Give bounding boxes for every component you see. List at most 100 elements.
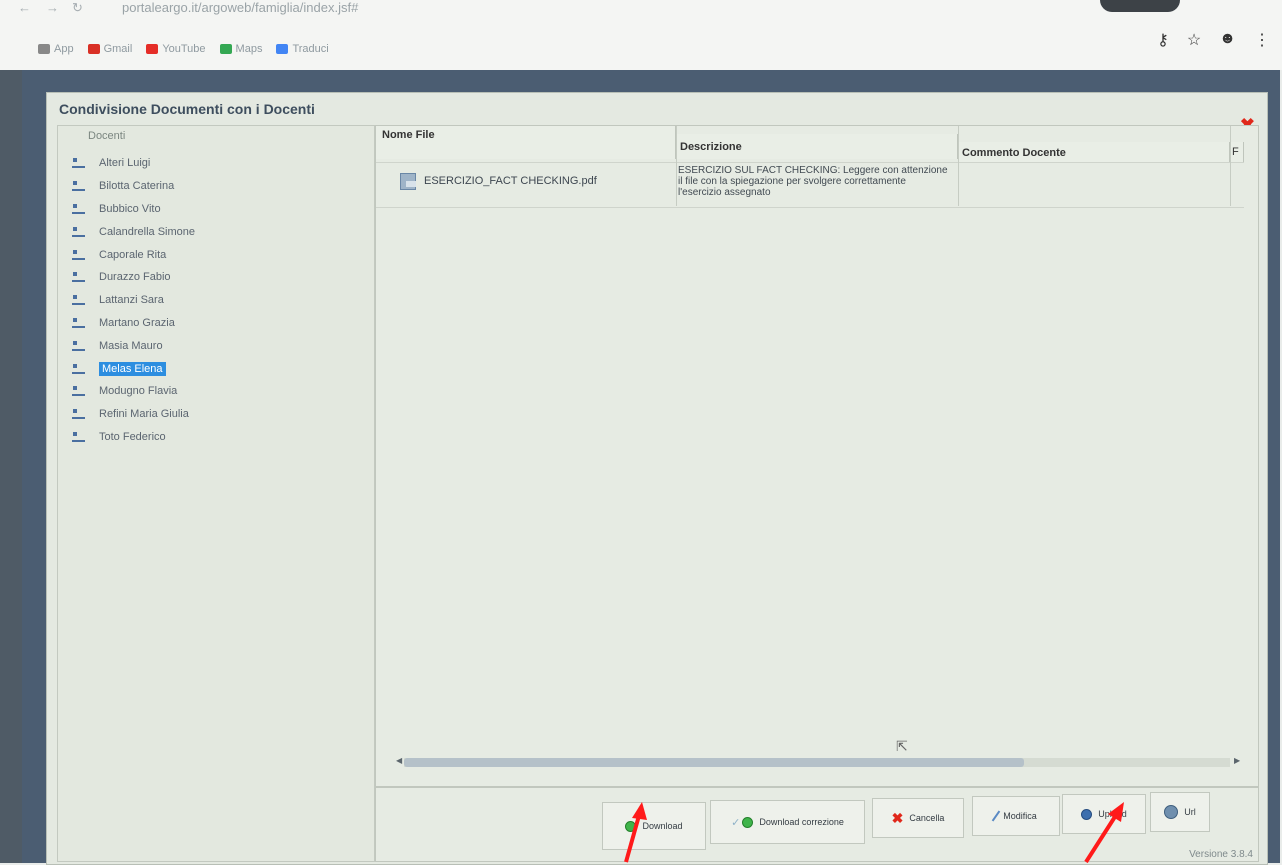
horizontal-scrollbar-thumb[interactable] (404, 758, 1024, 767)
bookmark-traduci[interactable]: Traduci (276, 43, 329, 55)
mouse-cursor-icon: ⇱ (896, 738, 908, 754)
address-bar[interactable]: portaleargo.it/argoweb/famiglia/index.js… (122, 0, 1122, 18)
screen-edge (0, 70, 22, 863)
file-icon (400, 173, 418, 190)
tree-item[interactable]: Durazzo Fabio (72, 266, 195, 289)
version-label: Versione 3.8.4 (1189, 849, 1253, 860)
column-header-description[interactable]: Descrizione (676, 134, 958, 159)
share-documents-dialog: Condivisione Documenti con i Docenti ✖ D… (46, 92, 1268, 865)
column-divider (1230, 126, 1231, 206)
tree-item[interactable]: Bubbico Vito (72, 198, 195, 221)
maps-icon (219, 44, 232, 54)
key-icon[interactable]: ⚷ (1157, 30, 1169, 50)
tree-item-label: Melas Elena (99, 361, 166, 376)
teacher-icon (72, 409, 85, 420)
download-icon (742, 816, 754, 828)
dialog-title: Condivisione Documenti con i Docenti (59, 101, 315, 117)
delete-icon: ✖ (891, 809, 904, 826)
url-label: Url (1184, 807, 1196, 817)
bookmark-gmail[interactable]: Gmail (87, 43, 133, 55)
bookmark-maps[interactable]: Maps (219, 43, 263, 55)
tree-item-label: Bilotta Caterina (99, 180, 175, 193)
tree-item-label: Durazzo Fabio (99, 271, 171, 284)
browser-toolbar: ← → ↻ portaleargo.it/argoweb/famiglia/in… (0, 0, 1282, 70)
tree-item[interactable]: Masia Mauro (72, 334, 195, 357)
bookmark-label: YouTube (162, 43, 206, 55)
description-cell: ESERCIZIO SUL FACT CHECKING: Leggere con… (678, 165, 948, 198)
teachers-list: Alteri Luigi Bilotta Caterina Bubbico Vi… (72, 152, 195, 448)
tree-item-label: Masia Mauro (99, 339, 163, 352)
back-icon[interactable]: ← (18, 0, 31, 15)
translate-icon (276, 44, 289, 54)
pencil-icon (991, 810, 1001, 822)
column-header-name[interactable]: Nome File (376, 126, 676, 159)
column-header-extra[interactable]: F (1230, 142, 1244, 162)
bookmark-label: Traduci (292, 43, 329, 55)
account-icon[interactable]: ☻ (1219, 30, 1236, 50)
bookmarks-bar: App Gmail YouTube Maps Traduci (38, 40, 329, 58)
address-text: portaleargo.it/argoweb/famiglia/index.js… (122, 0, 359, 15)
tree-item[interactable]: Calandrella Simone (72, 220, 195, 243)
teacher-icon (72, 317, 85, 328)
column-divider (958, 126, 959, 206)
gmail-icon (87, 44, 100, 54)
tree-item[interactable]: Alteri Luigi (72, 152, 195, 175)
bookmark-youtube[interactable]: YouTube (146, 43, 206, 55)
file-name-cell: ESERCIZIO_FACT CHECKING.pdf (400, 173, 597, 190)
edit-button[interactable]: Modifica (972, 796, 1060, 836)
url-button[interactable]: Url (1150, 792, 1210, 832)
bookmark-label: App (54, 43, 74, 55)
tree-item[interactable]: Modugno Flavia (72, 380, 195, 403)
table-row[interactable]: ESERCIZIO_FACT CHECKING.pdf ESERCIZIO SU… (376, 162, 1244, 208)
annotation-arrow-upload-icon (1084, 802, 1124, 863)
window-control (1100, 0, 1180, 12)
star-icon[interactable]: ☆ (1187, 30, 1201, 50)
teacher-icon (72, 386, 85, 397)
scroll-right-icon[interactable]: ▶ (1234, 756, 1240, 765)
teacher-icon (72, 226, 85, 237)
globe-icon (1164, 805, 1179, 819)
tree-item-label: Lattanzi Sara (99, 294, 164, 307)
teacher-icon (72, 272, 85, 283)
tree-item-label: Martano Grazia (99, 316, 175, 329)
tree-item-label: Alteri Luigi (99, 157, 151, 170)
documents-table: Nome File Descrizione Commento Docente F… (375, 125, 1259, 787)
forward-icon[interactable]: → (46, 0, 59, 15)
bookmark-label: Maps (235, 43, 263, 55)
teacher-icon (72, 363, 85, 374)
download-correction-button[interactable]: ✓ Download correzione (710, 800, 865, 844)
column-header-comment[interactable]: Commento Docente (958, 142, 1230, 162)
teacher-icon (72, 295, 85, 306)
column-divider (676, 126, 677, 206)
annotation-arrow-download-icon (624, 802, 647, 863)
tree-item-label: Bubbico Vito (99, 202, 161, 215)
teacher-icon (72, 203, 85, 214)
tree-item[interactable]: Lattanzi Sara (72, 289, 195, 312)
tree-item-label: Toto Federico (99, 430, 166, 443)
delete-label: Cancella (909, 813, 945, 823)
tree-item[interactable]: Bilotta Caterina (72, 175, 195, 198)
edit-label: Modifica (1003, 811, 1037, 821)
tree-item-selected[interactable]: Melas Elena (72, 357, 195, 380)
tree-item[interactable]: Caporale Rita (72, 243, 195, 266)
bookmark-label: Gmail (103, 43, 133, 55)
more-icon[interactable]: ⋮ (1254, 30, 1270, 50)
apps-icon (38, 44, 50, 54)
browser-actions: ⚷ ☆ ☻ ⋮ (1157, 30, 1270, 50)
teacher-icon (72, 181, 85, 192)
teacher-icon (72, 431, 85, 442)
tree-item[interactable]: Martano Grazia (72, 312, 195, 335)
file-name: ESERCIZIO_FACT CHECKING.pdf (424, 175, 597, 187)
bookmark-apps[interactable]: App (38, 43, 74, 55)
reload-icon[interactable]: ↻ (72, 0, 83, 16)
teachers-tree: Docenti Alteri Luigi Bilotta Caterina Bu… (57, 125, 375, 862)
tree-root-label[interactable]: Docenti (88, 130, 125, 142)
check-icon: ✓ (731, 816, 741, 829)
delete-button[interactable]: ✖ Cancella (872, 798, 964, 838)
tree-item-label: Refini Maria Giulia (99, 408, 189, 421)
teacher-icon (72, 158, 85, 169)
tree-item[interactable]: Refini Maria Giulia (72, 403, 195, 426)
scroll-left-icon[interactable]: ◀ (396, 756, 402, 765)
download-correction-label: Download correzione (759, 817, 844, 827)
tree-item[interactable]: Toto Federico (72, 426, 195, 449)
